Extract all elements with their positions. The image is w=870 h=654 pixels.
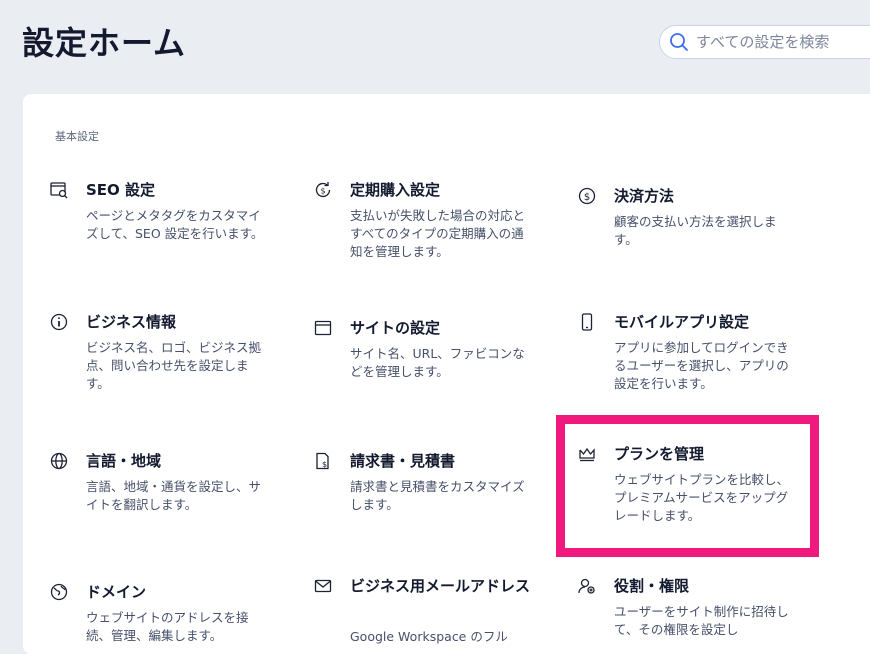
- invoice-icon: $: [313, 451, 333, 471]
- item-description: ページとメタタグをカスタマイズして、SEO 設定を行います。: [86, 208, 264, 241]
- item-description: ビジネス名、ロゴ、ビジネス拠点、問い合わせ先を設定します。: [86, 340, 262, 391]
- item-title: プランを管理: [614, 445, 705, 463]
- item-description: ユーザーをサイト制作に招待して、その権限を設定し: [614, 604, 789, 637]
- item-title: ビジネス情報: [86, 313, 177, 331]
- item-title: サイトの設定: [350, 319, 441, 337]
- search-input[interactable]: [696, 33, 870, 51]
- settings-panel: 基本設定 SEO 設定 ページとメタタグをカスタマイズして、SEO 設定を行いま…: [23, 94, 870, 654]
- info-icon: [49, 312, 69, 332]
- browser-window-icon: [313, 318, 333, 338]
- item-title: ドメイン: [86, 583, 147, 601]
- item-title: 定期購入設定: [350, 181, 441, 199]
- search-icon: [668, 31, 690, 53]
- item-title: 請求書・見積書: [350, 452, 456, 470]
- item-description: アプリに参加してログインできるユーザーを選択し、アプリの設定を行います。: [614, 340, 789, 391]
- svg-text:$: $: [584, 192, 590, 203]
- item-title: 決済方法: [614, 187, 675, 205]
- item-description: ウェブサイトのアドレスを接続、管理、編集します。: [86, 610, 249, 643]
- item-description: Google Workspace のフル: [350, 629, 508, 644]
- item-title: SEO 設定: [86, 181, 156, 199]
- crown-icon: [577, 444, 597, 464]
- user-role-icon: [577, 576, 597, 596]
- page-title: 設定ホーム: [22, 24, 187, 62]
- dollar-icon: $: [577, 186, 597, 206]
- item-title: 役割・権限: [614, 577, 690, 595]
- item-description: ウェブサイトプランを比較し、プレミアムサービスをアップグレードします。: [614, 472, 790, 523]
- item-description: 言語、地域・通貨を設定し、サイトを翻訳します。: [86, 479, 262, 512]
- item-description: 顧客の支払い方法を選択します。: [614, 214, 777, 247]
- search-box[interactable]: [659, 25, 870, 59]
- globe-icon: [49, 451, 69, 471]
- subscription-icon: $: [313, 180, 333, 200]
- mail-icon: [313, 576, 333, 596]
- domain-icon: [49, 582, 69, 602]
- svg-text:$: $: [320, 187, 325, 196]
- item-description: 請求書と見積書をカスタマイズします。: [350, 479, 525, 512]
- item-title: ビジネス用メールアドレス: [350, 577, 531, 595]
- section-label: 基本設定: [55, 130, 99, 143]
- svg-text:$: $: [322, 460, 327, 469]
- seo-icon: [49, 180, 69, 200]
- item-title: 言語・地域: [86, 452, 162, 470]
- item-title: モバイルアプリ設定: [614, 313, 750, 331]
- item-description: 支払いが失敗した場合の対応とすべてのタイプの定期購入の通知を管理します。: [350, 208, 526, 259]
- item-description: サイト名、URL、ファビコンなどを管理します。: [350, 346, 525, 379]
- mobile-icon: [577, 312, 597, 332]
